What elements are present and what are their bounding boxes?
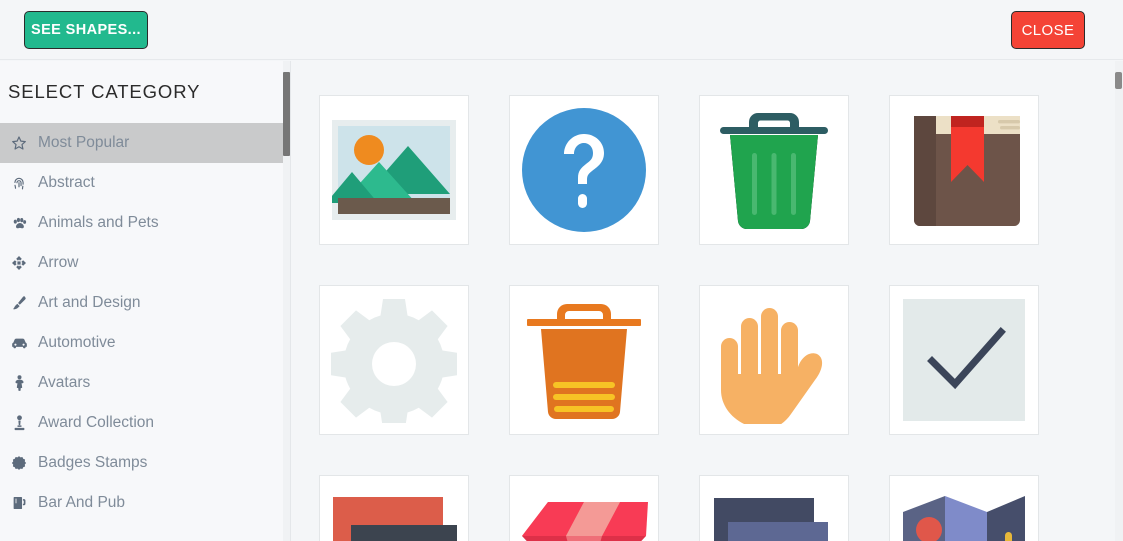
sidebar-item-label: Art and Design — [38, 294, 141, 312]
shape-cell[interactable] — [889, 285, 1039, 435]
see-shapes-button[interactable]: SEE SHAPES... — [24, 11, 148, 49]
star-icon — [8, 135, 30, 151]
content-scrollbar-thumb[interactable] — [1115, 72, 1122, 89]
presentation-screen-shape — [331, 495, 457, 541]
sidebar-item-label: Abstract — [38, 174, 95, 192]
sidebar-scrollbar-thumb[interactable] — [283, 72, 290, 156]
shape-cell[interactable] — [699, 285, 849, 435]
hand-palm-shape — [717, 296, 831, 424]
shape-picker-dialog: SEE SHAPES... CLOSE SELECT CATEGORY Most… — [0, 0, 1123, 541]
shape-cell[interactable] — [699, 95, 849, 245]
shape-cell[interactable] — [699, 475, 849, 541]
beer-mug-icon — [8, 495, 30, 511]
question-mark-circle-shape — [520, 106, 648, 234]
fingerprint-icon — [8, 175, 30, 191]
sidebar-item-label: Arrow — [38, 254, 79, 272]
shape-grid — [319, 95, 1039, 541]
sidebar-item-avatars[interactable]: Avatars — [0, 363, 290, 403]
shape-cell[interactable] — [889, 95, 1039, 245]
category-sidebar: SELECT CATEGORY Most Popular Abstract Anim… — [0, 61, 291, 541]
book-bookmark-shape — [900, 106, 1028, 234]
sidebar-item-automotive[interactable]: Automotive — [0, 323, 290, 363]
sidebar-title: SELECT CATEGORY — [8, 81, 201, 102]
layers-stack-shape — [712, 496, 836, 541]
paw-icon — [8, 216, 30, 231]
gear-shape — [331, 297, 457, 423]
sidebar-item-label: Most Popular — [38, 134, 130, 152]
sidebar-item-label: Animals and Pets — [38, 214, 159, 232]
sidebar-item-bar-and-pub[interactable]: Bar And Pub — [0, 483, 290, 523]
shape-cell[interactable] — [889, 475, 1039, 541]
checkbox-check-shape — [903, 299, 1025, 421]
sidebar-item-label: Avatars — [38, 374, 91, 392]
gem-ruby-shape — [520, 496, 648, 541]
shape-cell[interactable] — [319, 95, 469, 245]
award-icon — [8, 415, 30, 431]
car-icon — [8, 336, 30, 350]
sidebar-item-badges-stamps[interactable]: Badges Stamps — [0, 443, 290, 483]
sidebar-scrollbar-track[interactable] — [283, 61, 290, 541]
content-scrollbar-track[interactable] — [1115, 61, 1123, 541]
sidebar-item-most-popular[interactable]: Most Popular — [0, 123, 290, 163]
dialog-header: SEE SHAPES... CLOSE — [0, 0, 1123, 60]
trash-can-green-shape — [718, 107, 830, 233]
sidebar-item-abstract[interactable]: Abstract — [0, 163, 290, 203]
sidebar-item-label: Award Collection — [38, 414, 155, 432]
folded-map-pin-shape — [901, 494, 1027, 541]
category-list: Most Popular Abstract Animals and Pets Arro… — [0, 123, 290, 523]
shape-cell[interactable] — [509, 285, 659, 435]
certificate-icon — [8, 455, 30, 471]
person-icon — [8, 375, 30, 391]
shape-cell[interactable] — [319, 285, 469, 435]
shape-cell[interactable] — [509, 475, 659, 541]
close-button[interactable]: CLOSE — [1011, 11, 1085, 49]
shape-grid-panel — [292, 61, 1123, 541]
trash-bin-orange-shape — [525, 298, 643, 422]
paintbrush-icon — [8, 295, 30, 311]
shape-cell[interactable] — [319, 475, 469, 541]
image-landscape-shape — [332, 120, 456, 220]
arrows-alt-icon — [8, 255, 30, 271]
sidebar-item-label: Badges Stamps — [38, 454, 148, 472]
sidebar-item-animals-and-pets[interactable]: Animals and Pets — [0, 203, 290, 243]
sidebar-item-label: Automotive — [38, 334, 116, 352]
shape-cell[interactable] — [509, 95, 659, 245]
sidebar-item-award-collection[interactable]: Award Collection — [0, 403, 290, 443]
sidebar-item-art-and-design[interactable]: Art and Design — [0, 283, 290, 323]
sidebar-item-arrow[interactable]: Arrow — [0, 243, 290, 283]
sidebar-item-label: Bar And Pub — [38, 494, 126, 512]
